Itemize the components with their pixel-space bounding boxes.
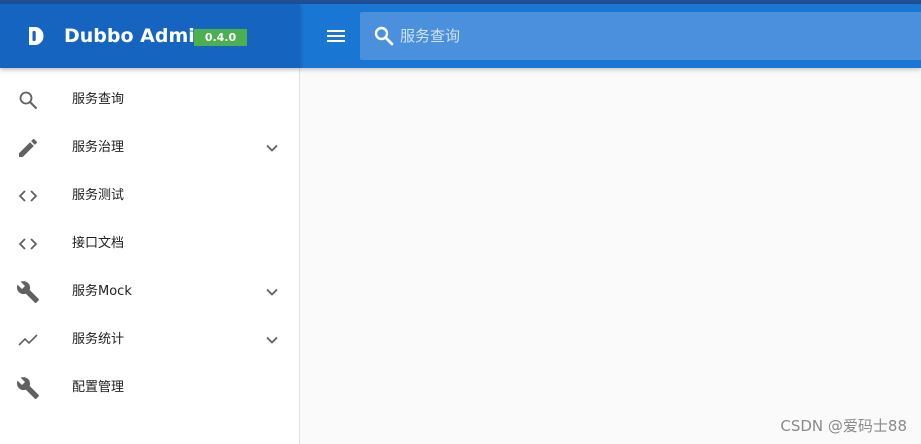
sidebar-item-label: 服务统计 (72, 332, 125, 347)
sidebar-item-service-test[interactable]: 服务测试 (0, 172, 299, 220)
pencil-icon (19, 138, 38, 157)
version-badge: 0.4.0 (194, 29, 247, 46)
hamburger-menu-icon[interactable] (324, 24, 348, 48)
sidebar-nav: 服务查询 服务治理 服务测试 接口文档 服务Mock 服务统计 配置管理 (0, 68, 299, 412)
sidebar-item-label: 服务查询 (72, 92, 125, 107)
sidebar-item-label: 配置管理 (72, 380, 125, 395)
dubbo-logo-icon (29, 27, 44, 45)
search-input[interactable] (400, 12, 900, 60)
watermark: CSDN @爱码士88 (780, 417, 907, 435)
chevron-down-icon[interactable] (260, 136, 284, 160)
sidebar-item-label: 服务Mock (72, 284, 132, 299)
sidebar-item-config-management[interactable]: 配置管理 (0, 364, 299, 412)
sidebar-item-label: 服务治理 (72, 140, 125, 155)
search-box[interactable] (360, 12, 921, 60)
sidebar-item-service-governance[interactable]: 服务治理 (0, 124, 299, 172)
sidebar-item-label: 服务测试 (72, 188, 125, 203)
search-icon (374, 26, 394, 46)
wrench-icon (16, 377, 39, 399)
sidebar-item-service-mock[interactable]: 服务Mock (0, 268, 299, 316)
search-icon (19, 91, 37, 109)
trending-icon (18, 334, 38, 346)
sidebar-item-api-docs[interactable]: 接口文档 (0, 220, 299, 268)
sidebar-item-service-statistics[interactable]: 服务统计 (0, 316, 299, 364)
wrench-icon (16, 281, 39, 303)
main-content: CSDN @爱码士88 (300, 68, 921, 444)
sidebar: 服务查询 服务治理 服务测试 接口文档 服务Mock 服务统计 配置管理 (0, 68, 300, 444)
chevron-down-icon[interactable] (260, 280, 284, 304)
sidebar-item-label: 接口文档 (72, 236, 125, 251)
code-icon (18, 190, 38, 202)
chevron-down-icon[interactable] (260, 328, 284, 352)
app-title: Dubbo Admin (64, 25, 209, 47)
code-icon (18, 238, 38, 250)
header-toolbar (300, 4, 921, 68)
sidebar-item-service-search[interactable]: 服务查询 (0, 76, 299, 124)
brand: Dubbo Admin 0.4.0 (0, 4, 300, 68)
